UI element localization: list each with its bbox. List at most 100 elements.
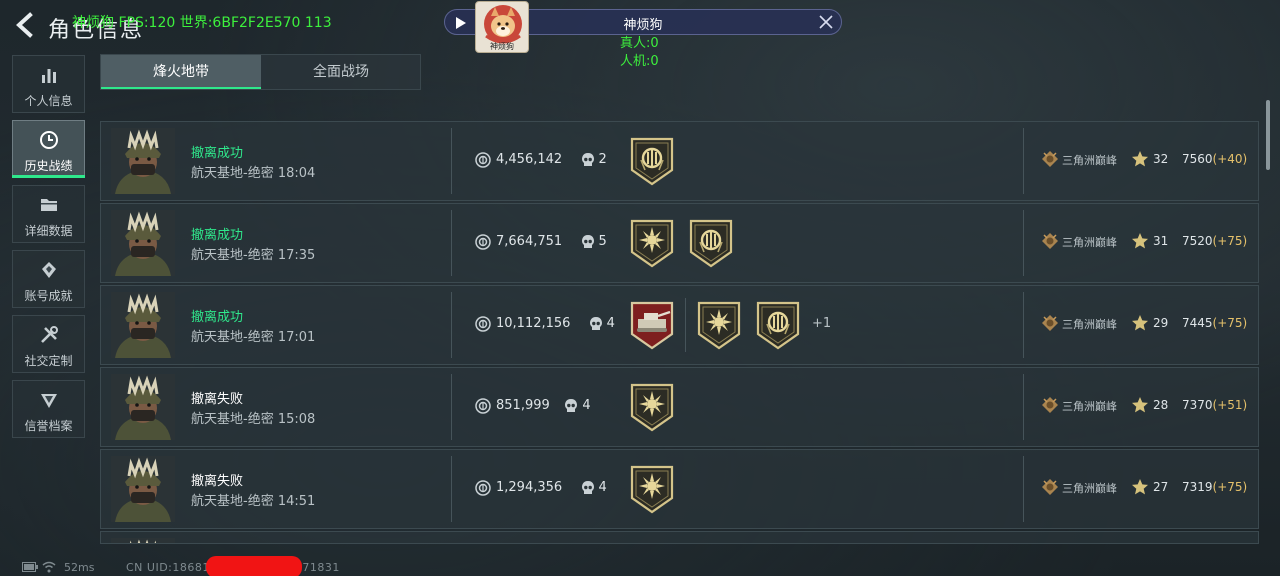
- match-record-row[interactable]: 撤离失败 航天基地-绝密 14:51 1,294,356 4 三角洲巅峰 27 7319(+…: [100, 449, 1259, 529]
- rank-score: 7520(+75): [1182, 234, 1247, 248]
- rank-score: 7445(+75): [1182, 316, 1247, 330]
- kill-count: 2: [598, 152, 607, 167]
- extraction-status: 撤离失败: [191, 474, 244, 489]
- tab-full-battlefield[interactable]: 全面战场: [261, 55, 421, 89]
- rank-icon: [1041, 150, 1059, 168]
- back-arrow-icon[interactable]: [12, 12, 38, 38]
- achievement-icon: [42, 262, 56, 278]
- clock-icon: [40, 131, 58, 149]
- score-delta: (+40): [1212, 152, 1248, 166]
- coin-icon: [475, 152, 491, 168]
- star-icon: [1131, 150, 1149, 168]
- match-record-row[interactable]: 撤离成功 航天基地-绝密 17:01 10,112,156 4 +1 三角洲巅峰 29 744…: [100, 285, 1259, 365]
- loot-value: 1,294,356: [496, 480, 563, 495]
- map-and-time: 航天基地-绝密 17:35: [191, 248, 316, 263]
- emblem-badge-icon[interactable]: [754, 300, 802, 350]
- sun-badge-icon[interactable]: [628, 218, 676, 268]
- extraction-status: 撤离成功: [191, 228, 244, 243]
- rank-level: 27: [1153, 480, 1169, 494]
- ping-readout: 52ms: [64, 561, 95, 574]
- match-record-row[interactable]: 撤离失败 航天基地-绝密 15:08 851,999 4 三角洲巅峰 28 7370(+51…: [100, 367, 1259, 447]
- rank-name: 三角洲巅峰: [1062, 318, 1117, 331]
- sidebar-item-personal-info[interactable]: 个人信息: [12, 55, 85, 113]
- match-record-row[interactable]: 撤离成功 航天基地-绝密 17:35 7,664,751 5 三角洲巅峰 31 7520(+…: [100, 203, 1259, 283]
- tools-icon: [41, 326, 58, 343]
- real-players-count: 真人:0: [620, 36, 659, 51]
- avatar-caption: 神烦狗: [490, 42, 514, 51]
- scrollbar[interactable]: [1266, 100, 1270, 170]
- rank-level: 31: [1153, 234, 1169, 248]
- sidebar-item-label: 个人信息: [24, 94, 73, 108]
- wifi-icon: [42, 561, 56, 573]
- badge-divider: [685, 298, 686, 352]
- rank-name: 三角洲巅峰: [1062, 154, 1117, 167]
- stream-stats: 真人:0 人机:0: [620, 35, 659, 71]
- debug-overlay: 神烦狗 FPS:120 世界:6BF2F2E570 113: [72, 15, 332, 31]
- sidebar-item-credit-profile[interactable]: 信誉档案: [12, 380, 85, 438]
- score-value: 7520: [1182, 234, 1213, 248]
- star-icon: [1131, 232, 1149, 250]
- sidebar-item-detailed-data[interactable]: 详细数据: [12, 185, 85, 243]
- streamer-bar[interactable]: 神烦狗 神烦狗: [444, 1, 842, 53]
- row-divider: [1023, 128, 1024, 194]
- map-and-time: 航天基地-绝密 15:08: [191, 412, 316, 427]
- skull-icon: [581, 480, 595, 496]
- score-value: 7319: [1182, 480, 1213, 494]
- close-icon[interactable]: [819, 15, 833, 29]
- skull-icon: [589, 316, 603, 332]
- emblem-badge-icon[interactable]: [687, 218, 735, 268]
- score-value: 7445: [1182, 316, 1213, 330]
- rank-icon: [1041, 314, 1059, 332]
- row-divider: [1023, 456, 1024, 522]
- coin-icon: [475, 234, 491, 250]
- sun-badge-icon[interactable]: [628, 382, 676, 432]
- row-divider: [451, 128, 452, 194]
- tab-warzone[interactable]: 烽火地带: [101, 55, 261, 89]
- rank-icon: [1041, 396, 1059, 414]
- rank-score: 7560(+40): [1182, 152, 1247, 166]
- credit-icon: [41, 394, 57, 408]
- loot-value: 851,999: [496, 398, 550, 413]
- rank-score: 7370(+51): [1182, 398, 1247, 412]
- mode-tabs: 烽火地带 全面战场: [100, 54, 421, 90]
- sidebar-item-label: 账号成就: [24, 289, 73, 303]
- row-divider: [451, 210, 452, 276]
- rank-name: 三角洲巅峰: [1062, 236, 1117, 249]
- match-record-row-partial[interactable]: [100, 531, 1259, 544]
- row-divider: [451, 456, 452, 522]
- extraction-status: 撤离失败: [191, 392, 244, 407]
- coin-icon: [475, 316, 491, 332]
- battery-icon: [22, 562, 38, 572]
- folder-icon: [41, 199, 57, 211]
- sun-badge-icon[interactable]: [628, 464, 676, 514]
- score-value: 7560: [1182, 152, 1213, 166]
- emblem-badge-icon[interactable]: [628, 136, 676, 186]
- sidebar-item-label: 历史战绩: [24, 159, 73, 173]
- rank-name: 三角洲巅峰: [1062, 400, 1117, 413]
- loot-value: 10,112,156: [496, 316, 571, 331]
- sun-badge-icon[interactable]: [695, 300, 743, 350]
- sidebar-item-social-custom[interactable]: 社交定制: [12, 315, 85, 373]
- tank-badge-icon[interactable]: [628, 300, 676, 350]
- extraction-status: 撤离成功: [191, 310, 244, 325]
- more-badges-count[interactable]: +1: [812, 316, 831, 331]
- sidebar-item-label: 信誉档案: [24, 419, 73, 433]
- star-icon: [1131, 478, 1149, 496]
- row-divider: [451, 374, 452, 440]
- kill-count: 4: [598, 480, 607, 495]
- skull-icon: [581, 234, 595, 250]
- map-and-time: 航天基地-绝密 18:04: [191, 166, 316, 181]
- rank-level: 32: [1153, 152, 1169, 166]
- extraction-status: 撤离成功: [191, 146, 244, 161]
- score-delta: (+51): [1212, 398, 1248, 412]
- sidebar-item-achievements[interactable]: 账号成就: [12, 250, 85, 308]
- coin-icon: [475, 398, 491, 414]
- kill-count: 5: [598, 234, 607, 249]
- sidebar-item-match-history[interactable]: 历史战绩: [12, 120, 85, 178]
- rank-score: 7319(+75): [1182, 480, 1247, 494]
- star-icon: [1131, 396, 1149, 414]
- match-record-row[interactable]: 撤离成功 航天基地-绝密 18:04 4,456,142 2 三角洲巅峰 32 7560(+…: [100, 121, 1259, 201]
- score-delta: (+75): [1212, 316, 1248, 330]
- operator-portrait: [111, 456, 175, 522]
- sidebar-item-label: 社交定制: [24, 354, 73, 368]
